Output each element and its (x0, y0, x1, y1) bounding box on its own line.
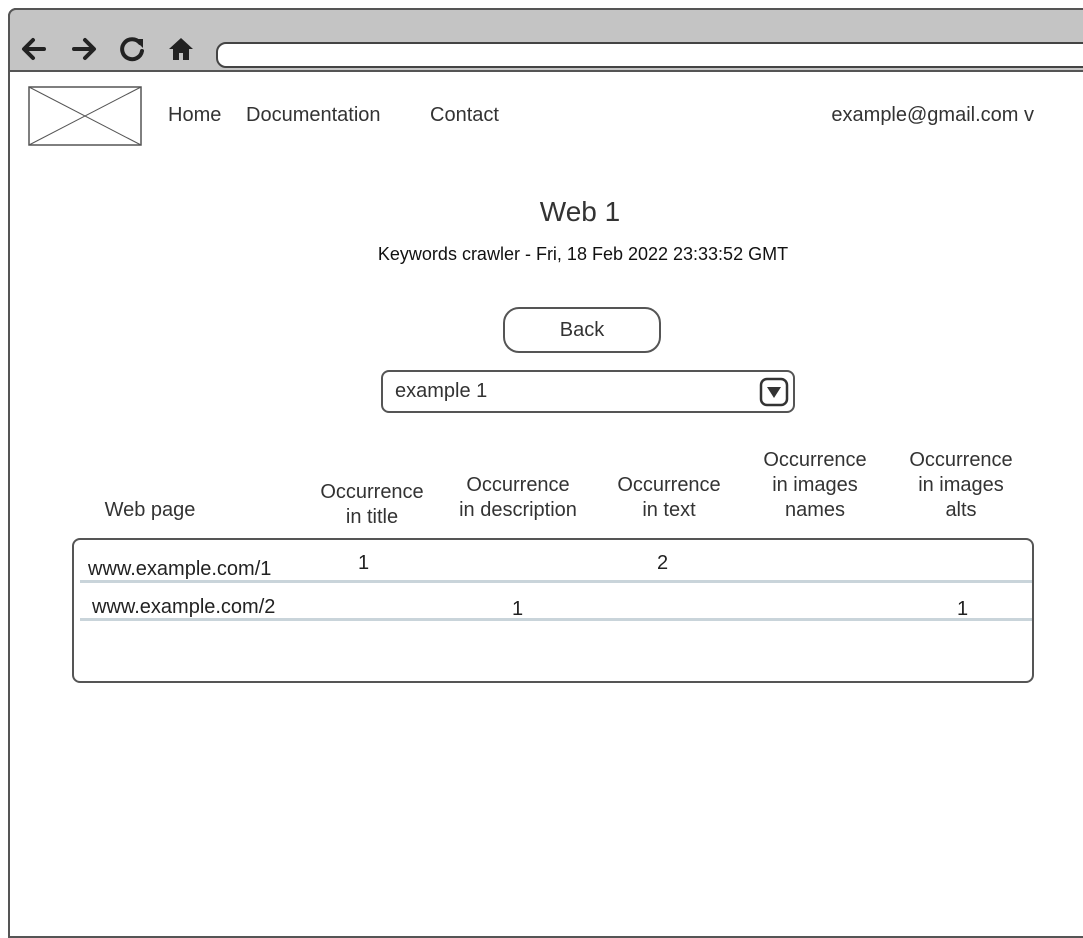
header-occurrence-images-names: Occurrence in images names (763, 449, 867, 521)
cell-images-alts-2: 1 (957, 598, 969, 620)
header-occurrence-title: Occurrence in title (320, 481, 424, 528)
arrow-left-icon[interactable] (18, 34, 48, 64)
back-button[interactable]: Back (503, 307, 661, 353)
page-title: Web 1 (539, 196, 621, 227)
select-value: example 1 (395, 380, 488, 402)
results-table: www.example.com/1 1 2 www.example.com/2 … (72, 538, 1034, 683)
example-select[interactable]: example 1 (381, 370, 795, 413)
arrow-right-icon[interactable] (70, 34, 100, 64)
address-bar[interactable] (216, 42, 1083, 68)
header-occurrence-text: Occurrence in text (617, 474, 721, 521)
header-occurrence-description: Occurrence in description (459, 474, 577, 521)
image-placeholder-icon[interactable] (28, 86, 142, 146)
cell-text-1: 2 (657, 552, 669, 574)
cell-title-1: 1 (358, 552, 370, 574)
browser-toolbar (8, 8, 1083, 72)
page-subtitle: Keywords crawler - Fri, 18 Feb 2022 23:3… (377, 244, 789, 264)
nav-contact-link[interactable]: Contact (430, 104, 499, 127)
cell-description-2: 1 (512, 598, 524, 620)
header-web-page: Web page (104, 499, 196, 521)
account-menu[interactable]: example@gmail.com v (831, 104, 1034, 127)
nav-home-link[interactable]: Home (168, 104, 221, 127)
home-icon[interactable] (166, 34, 196, 64)
dropdown-arrow-icon[interactable] (759, 377, 789, 407)
header-occurrence-images-alts: Occurrence in images alts (909, 449, 1013, 521)
nav-documentation-link[interactable]: Documentation (246, 104, 381, 127)
cell-page-2[interactable]: www.example.com/2 (92, 596, 275, 619)
cell-page-1[interactable]: www.example.com/1 (88, 558, 271, 581)
reload-icon[interactable] (118, 34, 148, 64)
